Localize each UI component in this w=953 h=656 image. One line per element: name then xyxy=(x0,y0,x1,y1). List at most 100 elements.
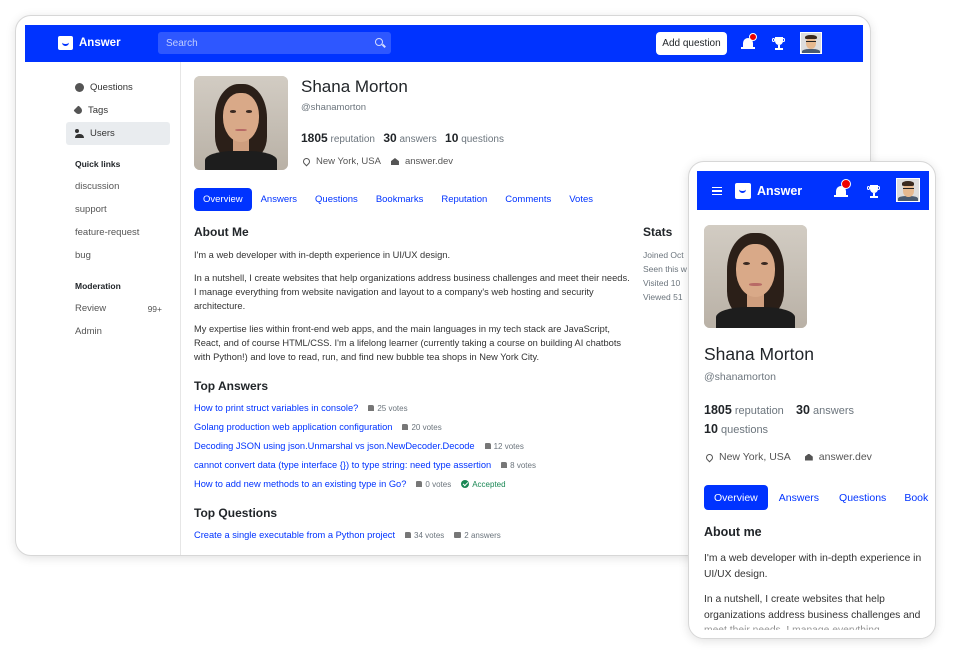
sidebar-item-label: Questions xyxy=(90,82,133,93)
answer-link[interactable]: How to print struct variables in console… xyxy=(194,403,358,413)
search-input[interactable] xyxy=(158,32,391,54)
sidebar-item-questions[interactable]: Questions xyxy=(66,76,170,99)
logo-icon xyxy=(58,36,73,50)
profile-website[interactable]: answer.dev xyxy=(819,451,872,463)
sidebar-item-tags[interactable]: Tags xyxy=(66,99,170,122)
profile-meta: New York, USA answer.dev xyxy=(704,451,872,463)
logo-text: Answer xyxy=(79,37,121,49)
trophy-icon[interactable] xyxy=(867,185,881,199)
stat-visited: Visited 10 xyxy=(643,278,681,288)
stat-viewed: Viewed 51 xyxy=(643,292,683,302)
accepted-badge: Accepted xyxy=(461,480,506,489)
tab-questions[interactable]: Questions xyxy=(830,486,895,509)
location-icon xyxy=(704,452,715,462)
app-logo[interactable]: Answer xyxy=(58,36,121,50)
tab-questions[interactable]: Questions xyxy=(306,188,367,211)
answer-count: 2 answers xyxy=(454,531,501,540)
answers-count: 30 xyxy=(796,403,810,417)
tab-overview[interactable]: Overview xyxy=(194,188,252,211)
quick-link-bug[interactable]: bug xyxy=(66,244,170,267)
sidebar-item-label: Users xyxy=(90,128,115,139)
profile-stats: 1805 reputation 30 answers 10 questions xyxy=(301,131,504,145)
profile-handle: @shanamorton xyxy=(704,371,776,383)
tab-overview[interactable]: Overview xyxy=(704,485,768,510)
tab-votes[interactable]: Votes xyxy=(560,188,602,211)
tab-answers[interactable]: Answers xyxy=(768,486,830,509)
add-question-button[interactable]: Add question xyxy=(656,32,727,55)
user-avatar[interactable] xyxy=(896,178,920,202)
vote-count: 8 votes xyxy=(501,461,536,470)
questions-label: questions xyxy=(461,134,504,145)
thumbs-up-icon xyxy=(405,532,412,538)
quick-link-discussion[interactable]: discussion xyxy=(66,175,170,198)
answer-item: Golang production web application config… xyxy=(194,422,452,432)
question-circle-icon xyxy=(75,83,84,92)
logo-text: Answer xyxy=(757,184,803,198)
sidebar-item-users[interactable]: Users xyxy=(66,122,170,145)
tab-answers[interactable]: Answers xyxy=(252,188,306,211)
admin-label: Admin xyxy=(75,326,102,337)
sidebar-divider xyxy=(180,62,181,555)
quick-link-feature-request[interactable]: feature-request xyxy=(66,221,170,244)
content-fade xyxy=(689,620,935,638)
answer-link[interactable]: How to add new methods to an existing ty… xyxy=(194,479,406,489)
home-icon xyxy=(804,453,813,461)
home-icon xyxy=(390,158,399,165)
answer-item: How to print struct variables in console… xyxy=(194,403,418,413)
thumbs-up-icon xyxy=(368,405,375,411)
answer-link[interactable]: cannot convert data (type interface {}) … xyxy=(194,460,491,470)
check-circle-icon xyxy=(461,480,470,488)
quick-links-heading: Quick links xyxy=(75,159,121,169)
answer-item: Decoding JSON using json.Unmarshal vs js… xyxy=(194,441,534,451)
bell-icon[interactable] xyxy=(834,179,851,199)
about-paragraph-1: I'm a web developer with in-depth experi… xyxy=(194,250,451,260)
about-paragraph-2: In a nutshell, I create websites that he… xyxy=(194,273,630,311)
location-icon xyxy=(301,156,312,167)
questions-count: 10 xyxy=(704,422,718,436)
answer-item: How to add new methods to an existing ty… xyxy=(194,479,506,489)
sidebar: Questions Tags Users Quick links discuss… xyxy=(66,76,170,343)
profile-stats-2: 10 questions xyxy=(704,422,768,436)
profile-location: New York, USA xyxy=(719,451,791,463)
answer-link[interactable]: Decoding JSON using json.Unmarshal vs js… xyxy=(194,441,475,451)
moderation-admin[interactable]: Admin xyxy=(66,320,170,343)
answers-count: 30 xyxy=(383,131,397,145)
about-heading: About Me xyxy=(194,225,249,239)
review-label: Review xyxy=(75,303,107,314)
sidebar-item-label: Tags xyxy=(88,105,109,116)
answer-link[interactable]: Golang production web application config… xyxy=(194,422,392,432)
profile-name: Shana Morton xyxy=(301,77,408,96)
tab-reputation[interactable]: Reputation xyxy=(432,188,496,211)
tab-comments[interactable]: Comments xyxy=(496,188,560,211)
top-questions-heading: Top Questions xyxy=(194,506,278,520)
profile-tabs: Overview Answers Questions Book xyxy=(704,485,935,510)
profile-location: New York, USA xyxy=(316,156,381,167)
search-icon[interactable] xyxy=(375,38,383,46)
profile-stats: 1805 reputation 30 answers xyxy=(704,403,854,417)
stats-heading: Stats xyxy=(643,225,673,239)
profile-photo xyxy=(704,225,807,328)
menu-icon[interactable] xyxy=(712,187,722,195)
top-answers-heading: Top Answers xyxy=(194,379,269,393)
tab-bookmarks[interactable]: Book xyxy=(895,486,935,509)
question-link[interactable]: Create a single executable from a Python… xyxy=(194,530,395,540)
questions-label: questions xyxy=(720,424,769,436)
profile-meta: New York, USA answer.dev xyxy=(301,156,453,167)
profile-website[interactable]: answer.dev xyxy=(405,156,453,167)
notification-dot xyxy=(841,179,851,189)
thumbs-up-icon xyxy=(501,462,508,468)
tab-bookmarks[interactable]: Bookmarks xyxy=(367,188,433,211)
reputation-label: reputation xyxy=(734,405,784,417)
trophy-icon[interactable] xyxy=(772,37,786,51)
user-avatar[interactable] xyxy=(800,32,822,54)
moderation-review[interactable]: Review 99+ xyxy=(66,297,170,320)
moderation-heading: Moderation xyxy=(75,281,121,291)
profile-handle: @shanamorton xyxy=(301,102,367,113)
tag-icon xyxy=(73,105,84,116)
quick-link-support[interactable]: support xyxy=(66,198,170,221)
people-icon xyxy=(75,129,84,138)
top-navbar: Answer Add question xyxy=(25,25,863,62)
app-logo[interactable]: Answer xyxy=(735,183,802,199)
bell-icon[interactable] xyxy=(741,33,757,51)
thumbs-up-icon xyxy=(416,481,423,487)
